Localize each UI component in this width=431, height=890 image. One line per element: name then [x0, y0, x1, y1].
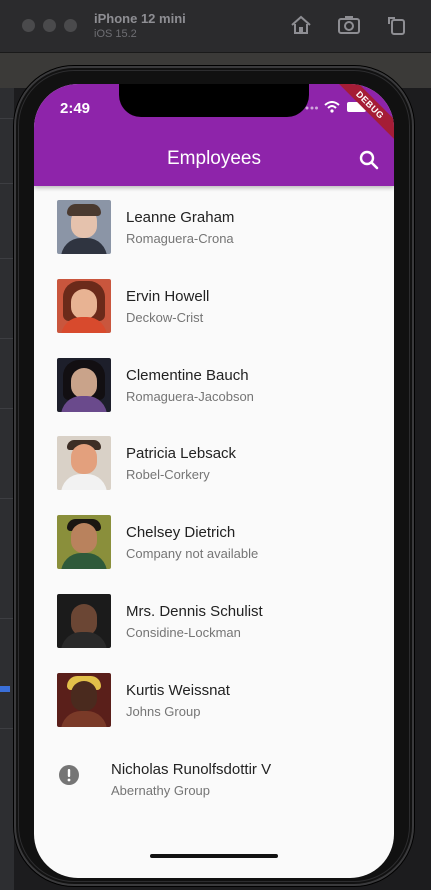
- employee-company: Romaguera-Jacobson: [126, 388, 254, 404]
- avatar: [57, 357, 111, 412]
- error-icon: [58, 764, 80, 786]
- zoom-window-button[interactable]: [64, 19, 77, 32]
- home-indicator[interactable]: [150, 854, 278, 858]
- avatar: [57, 278, 111, 333]
- employee-name: Patricia Lebsack: [126, 445, 237, 463]
- desktop-sidebar-fragment: [0, 88, 14, 890]
- page-title: Employees: [167, 148, 261, 169]
- list-item[interactable]: Nicholas Runolfsdottir V Abernathy Group: [34, 738, 394, 817]
- list-item[interactable]: Kurtis Weissnat Johns Group: [34, 659, 394, 738]
- list-item[interactable]: Chelsey Dietrich Company not available: [34, 501, 394, 580]
- close-window-button[interactable]: [22, 19, 35, 32]
- device-name: iPhone 12 mini: [94, 11, 186, 26]
- minimize-window-button[interactable]: [43, 19, 56, 32]
- employee-name: Leanne Graham: [126, 209, 235, 226]
- list-item[interactable]: Ervin Howell Deckow-Crist: [34, 265, 394, 344]
- search-icon[interactable]: [356, 147, 382, 173]
- iphone-frame: DEBUG 2:49 Employees Leanne Graham Romag…: [14, 66, 414, 886]
- home-icon[interactable]: [289, 13, 313, 37]
- employee-company: Abernathy Group: [111, 782, 211, 798]
- list-item[interactable]: Leanne Graham Romaguera-Crona: [34, 186, 394, 265]
- list-item[interactable]: Mrs. Dennis Schulist Considine-Lockman: [34, 580, 394, 659]
- status-time: 2:49: [60, 100, 91, 117]
- employee-company: Johns Group: [126, 703, 201, 719]
- employee-list: Leanne Graham Romaguera-Crona Ervin Howe…: [34, 186, 394, 816]
- employee-company: Company not available: [126, 546, 259, 562]
- avatar: [57, 593, 111, 648]
- wifi-icon: [324, 100, 340, 118]
- employee-name: Mrs. Dennis Schulist: [126, 602, 263, 620]
- simulator-title-bar: iPhone 12 mini iOS 15.2: [0, 0, 431, 53]
- employee-company: Deckow-Crist: [126, 309, 204, 325]
- list-item[interactable]: Patricia Lebsack Robel-Corkery: [34, 422, 394, 501]
- employee-company: Robel-Corkery: [126, 467, 210, 483]
- employee-name: Ervin Howell: [126, 287, 210, 305]
- desktop-selection-marker: [0, 686, 10, 692]
- avatar: [57, 200, 111, 254]
- employee-name: Kurtis Weissnat: [126, 681, 230, 699]
- notch: [119, 84, 309, 117]
- screenshot-icon[interactable]: [337, 13, 361, 37]
- avatar: [57, 672, 111, 727]
- phone-screen: DEBUG 2:49 Employees Leanne Graham Romag…: [34, 84, 394, 878]
- avatar: [57, 436, 111, 491]
- avatar: [57, 515, 111, 570]
- rotate-icon[interactable]: [385, 13, 409, 37]
- os-version: iOS 15.2: [94, 28, 137, 40]
- employee-company: Romaguera-Crona: [126, 231, 234, 246]
- employee-name: Clementine Bauch: [126, 366, 249, 384]
- simulator-toolbar: [289, 13, 409, 37]
- employee-name: Chelsey Dietrich: [126, 524, 236, 542]
- employee-name: Nicholas Runolfsdottir V: [111, 760, 272, 778]
- employee-company: Considine-Lockman: [126, 624, 241, 640]
- window-controls: [22, 19, 77, 32]
- list-item[interactable]: Clementine Bauch Romaguera-Jacobson: [34, 344, 394, 423]
